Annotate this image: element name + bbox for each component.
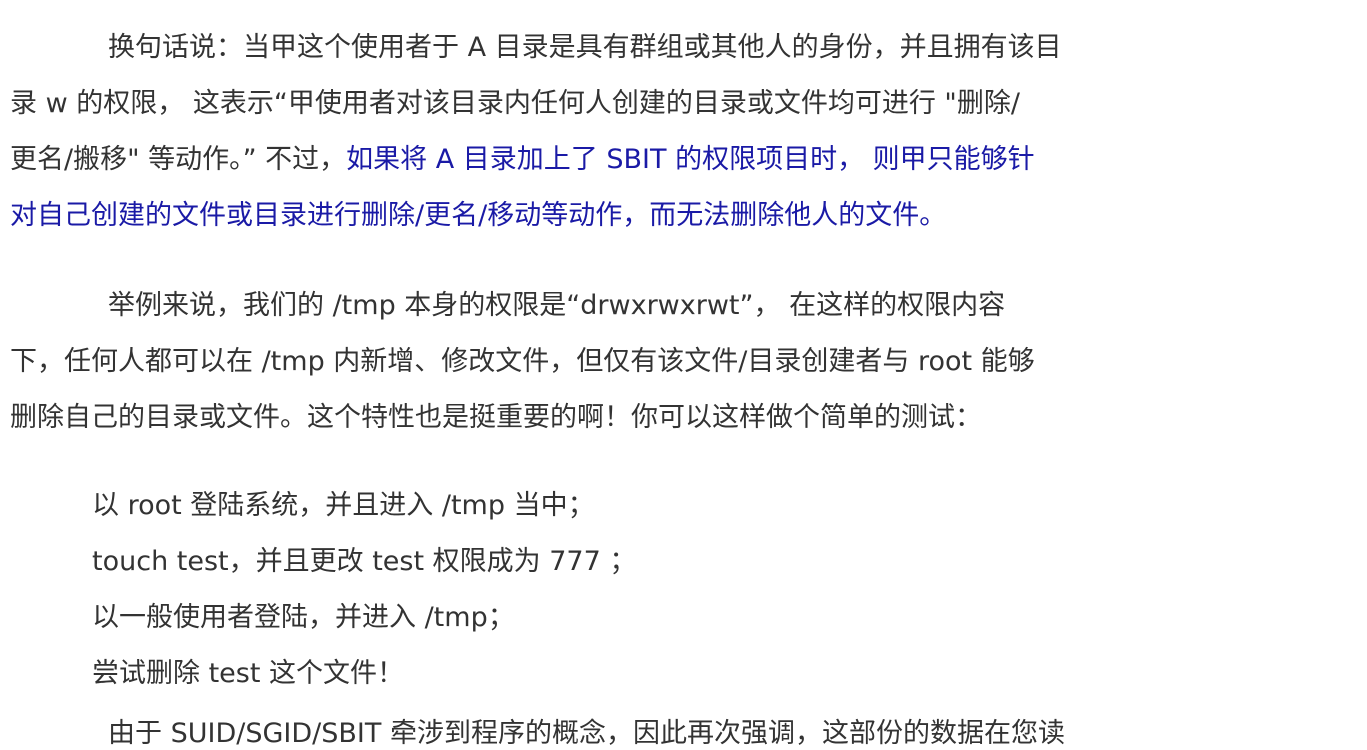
list-item: touch test，并且更改 test 权限成为 777 ； [92,546,637,577]
paragraph-tmp-example: 举例来说，我们的 /tmp 本身的权限是“drwxrwxrwt”， 在这样的权限… [10,278,1270,446]
paragraph-line: 删除自己的目录或文件。这个特性也是挺重要的啊！你可以这样做个简单的测试： [10,402,982,433]
list-item: 以一般使用者登陆，并进入 /tmp； [92,602,515,633]
paragraph-line: 下，任何人都可以在 /tmp 内新增、修改文件，但仅有该文件/目录创建者与 ro… [10,346,1035,377]
paragraph-line: 举例来说，我们的 /tmp 本身的权限是“drwxrwxrwt”， 在这样的权限… [108,290,1006,321]
paragraph-suid-note: 由于 SUID/SGID/SBIT 牵涉到程序的概念，因此再次强调，这部份的数据… [10,706,1270,750]
paragraph-line: 更名/搬移" 等动作。” 不过，如果将 A 目录加上了 SBIT 的权限项目时，… [10,132,1270,188]
list-item: 以 root 登陆系统，并且进入 /tmp 当中； [92,490,595,521]
paragraph-sbit-explanation: 换句话说：当甲这个使用者于 A 目录是具有群组或其他人的身份，并且拥有该目 录 … [10,20,1270,244]
paragraph-line: 录 w 的权限， 这表示“甲使用者对该目录内任何人创建的目录或文件均可进行 "删… [10,88,1020,119]
paragraph-text: 更名/搬移" 等动作。” 不过， [10,144,347,175]
list-item: 尝试删除 test 这个文件！ [92,658,405,689]
highlighted-text: 如果将 A 目录加上了 SBIT 的权限项目时， 则甲只能够针 [346,144,1035,175]
highlighted-text: 对自己创建的文件或目录进行删除/更名/移动等动作，而无法删除他人的文件。 [10,200,947,231]
test-steps-list: 以 root 登陆系统，并且进入 /tmp 当中； touch test，并且更… [92,478,636,702]
paragraph-line: 换句话说：当甲这个使用者于 A 目录是具有群组或其他人的身份，并且拥有该目 [108,32,1062,63]
paragraph-line: 由于 SUID/SGID/SBIT 牵涉到程序的概念，因此再次强调，这部份的数据… [108,718,1065,749]
